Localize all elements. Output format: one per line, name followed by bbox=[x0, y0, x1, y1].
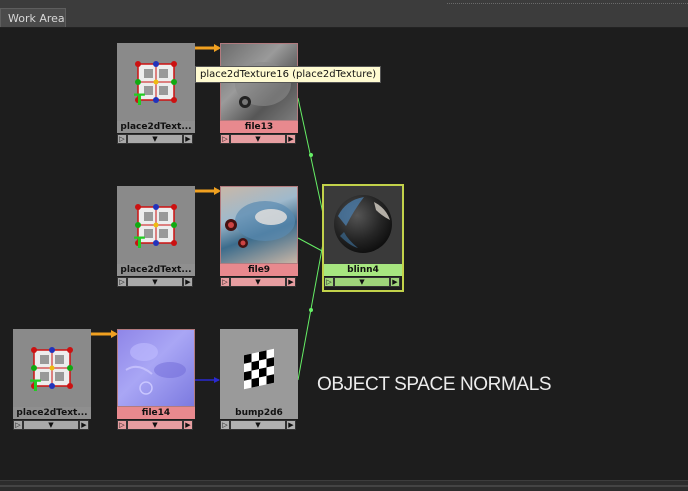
input-port[interactable]: ▷ bbox=[220, 134, 230, 144]
node-label: blinn4 bbox=[324, 264, 402, 276]
place2dtexture-swatch: T bbox=[117, 186, 195, 264]
place2d-icon: T bbox=[30, 347, 73, 395]
output-port[interactable]: ▶ bbox=[286, 134, 296, 144]
file9-texture-thumbnail bbox=[220, 186, 298, 264]
expand-arrow-icon[interactable]: ▼ bbox=[23, 420, 79, 430]
svg-text:T: T bbox=[134, 233, 145, 252]
expand-arrow-icon[interactable]: ▼ bbox=[127, 420, 183, 430]
file14-normal-map-thumbnail bbox=[117, 329, 195, 407]
blinn4-material-swatch bbox=[324, 186, 402, 264]
node-label: place2dText... bbox=[117, 121, 195, 133]
node-ports: ▷ ▼ ▶ bbox=[13, 419, 91, 433]
output-port[interactable]: ▶ bbox=[183, 134, 193, 144]
arrow-file13-blinn bbox=[309, 153, 313, 157]
node-blinn4[interactable]: blinn4 ▷ ▼ ▶ bbox=[322, 184, 404, 292]
output-port[interactable]: ▶ bbox=[390, 277, 400, 287]
output-port[interactable]: ▶ bbox=[183, 420, 193, 430]
input-port[interactable]: ▷ bbox=[324, 277, 334, 287]
place2d-icon: T bbox=[134, 204, 177, 252]
node-file9[interactable]: file9 ▷ ▼ ▶ bbox=[220, 186, 298, 290]
node-label: place2dText... bbox=[117, 264, 195, 276]
node-place2dtexture-3[interactable]: T place2dText... ▷ ▼ ▶ bbox=[13, 329, 91, 433]
expand-arrow-icon[interactable]: ▼ bbox=[230, 134, 286, 144]
hypershade-work-area: Work Area T place2dText... ▷ ▼ ▶ file13 … bbox=[0, 0, 688, 491]
node-ports: ▷ ▼ ▶ bbox=[220, 276, 298, 290]
node-place2dtexture-1[interactable]: T place2dText... ▷ ▼ ▶ bbox=[117, 43, 195, 147]
expand-arrow-icon[interactable]: ▼ bbox=[230, 277, 286, 287]
shader-sphere-icon bbox=[334, 195, 392, 253]
node-tooltip: place2dTexture16 (place2dTexture) bbox=[195, 66, 382, 83]
input-port[interactable]: ▷ bbox=[117, 134, 127, 144]
input-port[interactable]: ▷ bbox=[117, 420, 127, 430]
place2dtexture-swatch: T bbox=[117, 43, 195, 121]
connection-file13-blinn[interactable] bbox=[297, 97, 325, 219]
bump2d-swatch bbox=[220, 329, 298, 407]
node-label: file13 bbox=[220, 121, 298, 133]
bump-checker-icon bbox=[244, 348, 274, 390]
node-ports: ▷ ▼ ▶ bbox=[117, 276, 195, 290]
input-port[interactable]: ▷ bbox=[220, 277, 230, 287]
output-port[interactable]: ▶ bbox=[183, 277, 193, 287]
horizontal-scrollbar[interactable] bbox=[0, 480, 688, 491]
expand-arrow-icon[interactable]: ▼ bbox=[127, 277, 183, 287]
node-file13[interactable]: file13 ▷ ▼ ▶ bbox=[220, 43, 298, 147]
scrollbar-track bbox=[0, 485, 688, 487]
expand-arrow-icon[interactable]: ▼ bbox=[127, 134, 183, 144]
place2dtexture-swatch: T bbox=[13, 329, 91, 407]
output-port[interactable]: ▶ bbox=[286, 420, 296, 430]
expand-arrow-icon[interactable]: ▼ bbox=[230, 420, 286, 430]
node-bump2d6[interactable]: bump2d6 ▷ ▼ ▶ bbox=[220, 329, 298, 433]
input-port[interactable]: ▷ bbox=[220, 420, 230, 430]
node-ports: ▷ ▼ ▶ bbox=[324, 276, 402, 290]
output-port[interactable]: ▶ bbox=[286, 277, 296, 287]
node-ports: ▷ ▼ ▶ bbox=[117, 419, 195, 433]
node-label: place2dText... bbox=[13, 407, 91, 419]
place2d-icon: T bbox=[134, 61, 177, 109]
node-file14[interactable]: file14 ▷ ▼ ▶ bbox=[117, 329, 195, 433]
arrow-bump-blinn bbox=[309, 308, 313, 312]
svg-text:T: T bbox=[134, 90, 145, 109]
input-port[interactable]: ▷ bbox=[117, 277, 127, 287]
node-ports: ▷ ▼ ▶ bbox=[220, 419, 298, 433]
node-label: bump2d6 bbox=[220, 407, 298, 419]
expand-arrow-icon[interactable]: ▼ bbox=[334, 277, 390, 287]
output-port[interactable]: ▶ bbox=[79, 420, 89, 430]
node-label: file14 bbox=[117, 407, 195, 419]
node-label: file9 bbox=[220, 264, 298, 276]
annotation-text: OBJECT SPACE NORMALS bbox=[317, 374, 552, 395]
node-ports: ▷ ▼ ▶ bbox=[220, 133, 298, 147]
connection-file9-blinn[interactable] bbox=[297, 237, 325, 253]
svg-text:T: T bbox=[30, 376, 41, 395]
input-port[interactable]: ▷ bbox=[13, 420, 23, 430]
node-ports: ▷ ▼ ▶ bbox=[117, 133, 195, 147]
node-place2dtexture-2[interactable]: T place2dText... ▷ ▼ ▶ bbox=[117, 186, 195, 290]
